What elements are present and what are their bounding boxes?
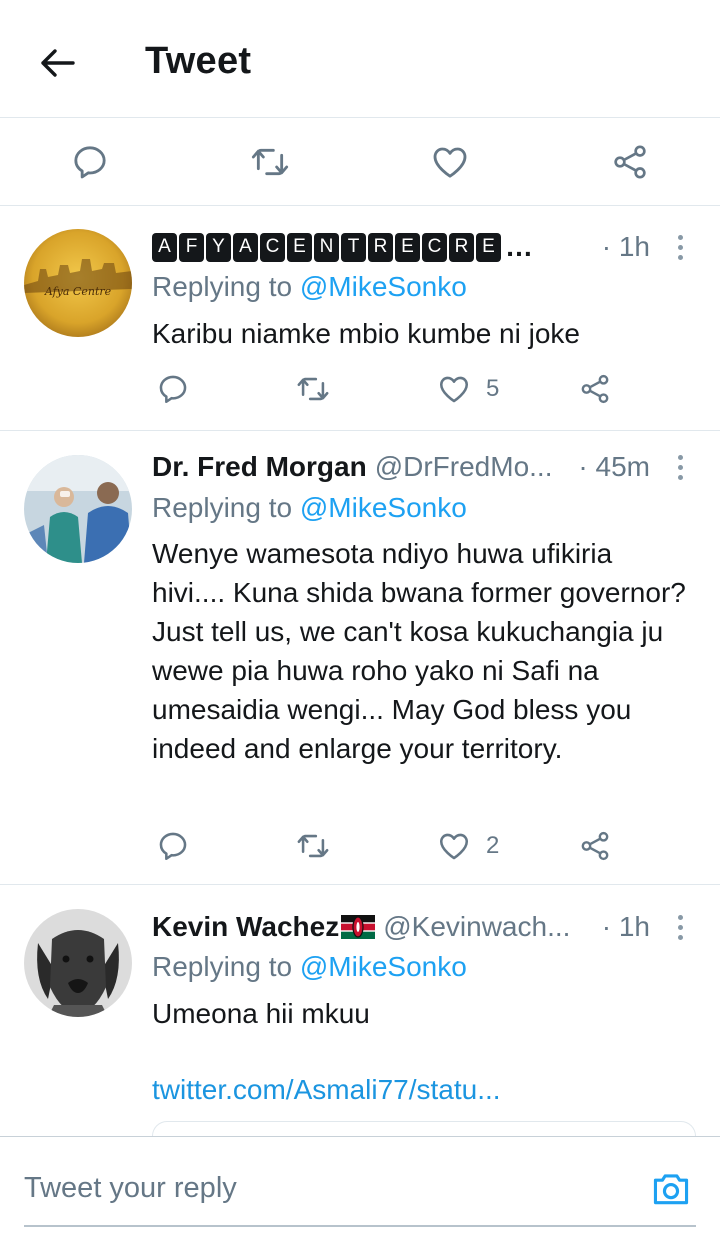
like-count: 5	[486, 375, 500, 402]
user-handle[interactable]: @DrFredMo...	[375, 451, 553, 483]
name-letter-box: R	[449, 232, 474, 262]
name-letter-box: T	[341, 232, 366, 262]
kenya-flag-icon	[341, 915, 376, 939]
reply-icon	[74, 146, 106, 179]
like-icon	[439, 833, 469, 860]
retweet-button[interactable]	[294, 367, 332, 411]
like-button[interactable]: 2	[436, 824, 499, 868]
reply-icon	[159, 832, 187, 861]
tweet-actions: 5	[152, 367, 632, 411]
name-letter-box: Y	[206, 232, 231, 262]
mention-link[interactable]: @MikeSonko	[300, 492, 467, 523]
link-preview-card[interactable]	[152, 1121, 696, 1136]
like-button[interactable]	[424, 136, 476, 188]
replying-to: Replying to @MikeSonko	[152, 492, 467, 523]
timestamp[interactable]: · 1h	[602, 231, 650, 263]
reply-tweet[interactable]: Dr. Fred Morgan @DrFredMo... · 45m Reply…	[0, 431, 720, 885]
retweet-button[interactable]	[244, 136, 296, 188]
name-letter-box: A	[233, 232, 258, 262]
tweet-header: Kevin Wachez @Kevinwach... · 1h	[152, 907, 650, 947]
top-bar: Tweet	[0, 0, 720, 118]
share-icon	[581, 831, 609, 861]
mention-link[interactable]: @MikeSonko	[300, 271, 467, 302]
replying-to: Replying to @MikeSonko	[152, 271, 467, 302]
reply-button[interactable]	[156, 824, 190, 868]
input-underline	[24, 1225, 696, 1227]
like-button[interactable]: 5	[436, 367, 499, 411]
name-ellipsis: …	[505, 231, 533, 262]
name-letter-box: A	[152, 232, 177, 262]
name-letter-box: C	[422, 232, 447, 262]
name-letter-box: C	[260, 232, 285, 262]
reply-button[interactable]	[156, 367, 190, 411]
share-button[interactable]	[578, 367, 612, 411]
reply-composer	[0, 1136, 720, 1238]
timestamp[interactable]: · 45m	[578, 451, 650, 483]
like-icon	[439, 376, 469, 403]
share-icon	[614, 145, 646, 179]
name-letter-box: F	[179, 232, 204, 262]
more-options-button[interactable]	[668, 907, 692, 947]
page-title: Tweet	[145, 40, 252, 82]
avatar[interactable]: Afya Centre	[24, 229, 132, 337]
reply-icon	[159, 375, 187, 404]
retweet-button[interactable]	[294, 824, 332, 868]
mention-link[interactable]: @MikeSonko	[300, 951, 467, 982]
share-icon	[581, 374, 609, 404]
name-letter-box: R	[368, 232, 393, 262]
camera-icon	[653, 1174, 689, 1205]
retweet-icon	[251, 148, 289, 176]
reply-tweet[interactable]: Kevin Wachez @Kevinwach... · 1h Replying…	[0, 885, 720, 1136]
tweet-actions: 2	[152, 824, 632, 868]
display-name[interactable]: A F Y A C E N T R E C R E…	[152, 231, 533, 263]
name-letter-box: E	[476, 232, 501, 262]
back-button[interactable]	[34, 40, 80, 86]
more-options-button[interactable]	[668, 447, 692, 487]
avatar[interactable]	[24, 909, 132, 1017]
share-button[interactable]	[604, 136, 656, 188]
display-name[interactable]: Dr. Fred Morgan	[152, 451, 367, 483]
more-options-button[interactable]	[668, 227, 692, 267]
tweet-link[interactable]: twitter.com/Asmali77/statu...	[152, 1074, 501, 1106]
like-count: 2	[486, 832, 500, 859]
retweet-icon	[297, 377, 329, 401]
name-letter-box: E	[287, 232, 312, 262]
like-icon	[433, 147, 467, 178]
tweet-text: Umeona hii mkuu	[152, 998, 370, 1029]
timestamp[interactable]: · 1h	[602, 911, 650, 943]
tweet-header: A F Y A C E N T R E C R E… · 1h	[152, 227, 650, 267]
reply-input[interactable]	[24, 1165, 444, 1211]
reply-tweet[interactable]: Afya Centre A F Y A C E N T R E C R E… · 1h Replying…	[0, 207, 720, 431]
name-letter-box: N	[314, 232, 339, 262]
svg-text:Afya Centre: Afya Centre	[44, 285, 112, 298]
replying-to: Replying to @MikeSonko	[152, 951, 467, 982]
tweet-text: Wenye wamesota ndiyo huwa ufikiria hivi.…	[152, 538, 686, 764]
tweet-header: Dr. Fred Morgan @DrFredMo... · 45m	[152, 447, 650, 487]
reply-button[interactable]	[64, 136, 116, 188]
camera-button[interactable]	[648, 1165, 694, 1211]
tweet-text: Karibu niamke mbio kumbe ni joke	[152, 318, 580, 349]
main-tweet-actions	[0, 118, 720, 206]
name-letter-box: E	[395, 232, 420, 262]
share-button[interactable]	[578, 824, 612, 868]
user-handle[interactable]: @Kevinwach...	[383, 911, 570, 943]
display-name[interactable]: Kevin Wachez	[152, 911, 339, 943]
retweet-icon	[297, 834, 329, 858]
avatar[interactable]	[24, 455, 132, 563]
back-arrow-icon	[41, 49, 75, 77]
